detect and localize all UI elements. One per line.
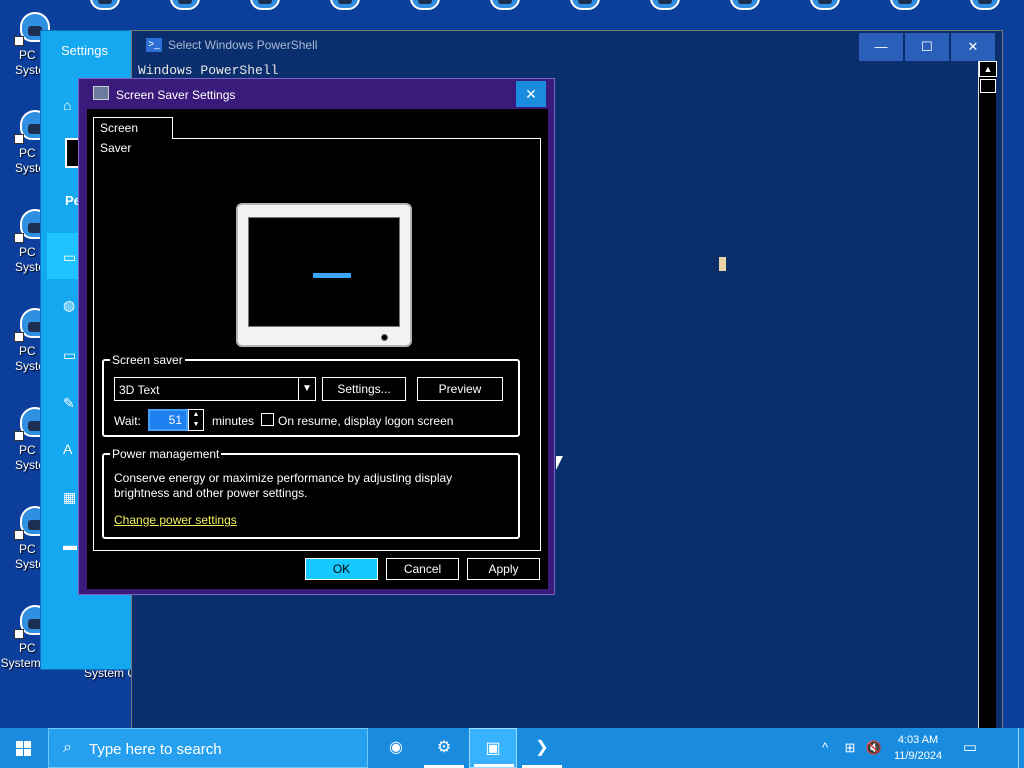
start-icon[interactable]: ▦ (63, 489, 79, 505)
taskbar-app-pc-brother[interactable]: ◉ (372, 728, 420, 768)
taskbar-icon[interactable]: ▬ (63, 537, 79, 553)
ok-button[interactable]: OK (305, 558, 378, 580)
home-icon[interactable]: ⌂ (63, 97, 79, 113)
volume-muted-icon[interactable]: 🔇 (862, 728, 886, 768)
taskbar-clock[interactable]: 4:03 AM 11/9/2024 (890, 732, 946, 764)
pc-brother-icon (650, 0, 680, 10)
settings-button[interactable]: Settings... (322, 377, 406, 401)
screen-saver-group-label: Screen saver (112, 353, 183, 367)
screen-saver-select-value: 3D Text (119, 383, 160, 397)
mouse-pointer-icon (556, 456, 563, 470)
taskbar-app-settings[interactable]: ⚙ (420, 728, 468, 768)
pc-brother-icon (970, 0, 1000, 10)
monitor-power-button-icon (381, 334, 388, 341)
windows-logo-icon (16, 741, 32, 757)
settings-title: Settings (61, 43, 108, 58)
shortcut-arrow-icon (14, 431, 24, 441)
clock-date: 11/9/2024 (893, 750, 943, 762)
pc-brother-icon (730, 0, 760, 10)
chevron-down-icon[interactable]: ▼ (298, 378, 315, 400)
tab-screen-saver[interactable]: Screen Saver (93, 117, 173, 155)
pc-brother-icon: ◉ (389, 739, 403, 756)
network-icon[interactable]: ⊞ (838, 728, 862, 768)
maximize-button[interactable]: ☐ (905, 33, 949, 61)
taskbar-app-powershell[interactable]: ❯ (518, 728, 566, 768)
dialog-body: Screen Saver Screen saver 3D Text ▼ Sett… (87, 109, 548, 589)
cancel-button[interactable]: Cancel (386, 558, 459, 580)
change-power-settings-link[interactable]: Change power settings (114, 513, 237, 527)
dialog-close-button[interactable]: ✕ (516, 81, 546, 107)
powershell-title: Select Windows PowerShell (168, 38, 318, 52)
powershell-titlebar[interactable]: >_ Select Windows PowerShell — ☐ ✕ (132, 31, 1002, 61)
lockscreen-icon[interactable]: ▭ (63, 347, 79, 363)
shortcut-arrow-icon (14, 233, 24, 243)
power-management-group-label: Power management (112, 447, 220, 461)
pc-brother-icon (810, 0, 840, 10)
preview-screen (248, 217, 400, 327)
pc-brother-icon (410, 0, 440, 10)
shortcut-arrow-icon (14, 332, 24, 342)
picture-icon: ▭ (63, 249, 77, 265)
power-management-group: Power management Conserve energy or maxi… (102, 447, 520, 539)
stepper-down-icon[interactable]: ▼ (189, 420, 203, 430)
screen-saver-select[interactable]: 3D Text ▼ (114, 377, 316, 401)
apply-button[interactable]: Apply (467, 558, 540, 580)
brush-icon[interactable]: ✎ (63, 395, 79, 411)
pc-brother-icon (490, 0, 520, 10)
settings-gear-icon: ⚙ (436, 739, 452, 756)
show-hidden-icons-button[interactable]: ^ (814, 728, 836, 768)
console-scrollbar[interactable]: ▲ (978, 61, 997, 729)
scroll-up-arrow-icon[interactable]: ▲ (979, 61, 997, 77)
shortcut-arrow-icon (14, 530, 24, 540)
display-settings-icon (93, 86, 109, 100)
power-management-description: Conserve energy or maximize performance … (114, 471, 453, 500)
text-cursor (719, 257, 726, 271)
wait-minutes-input[interactable]: 51 (148, 409, 188, 431)
3d-text-preview (313, 273, 351, 278)
pc-brother-icon (330, 0, 360, 10)
pc-brother-icon (90, 0, 120, 10)
wait-minutes-stepper[interactable]: ▲ ▼ (188, 409, 204, 431)
palette-icon[interactable]: ◍ (63, 297, 79, 313)
screen-saver-dialog[interactable]: Screen Saver Settings ✕ Screen Saver Scr… (78, 78, 555, 595)
shortcut-arrow-icon (14, 36, 24, 46)
shortcut-arrow-icon (14, 629, 24, 639)
pc-brother-icon (250, 0, 280, 10)
taskbar: ⌕ Type here to search ◉ ⚙ ▣ ❯ ^ ⊞ 🔇 4:03… (0, 728, 1024, 768)
close-button[interactable]: ✕ (951, 33, 995, 61)
start-button[interactable] (0, 728, 48, 768)
minutes-label: minutes (212, 414, 255, 428)
dialog-titlebar[interactable]: Screen Saver Settings ✕ (79, 79, 554, 109)
notification-center-icon[interactable]: ▭ (952, 728, 988, 768)
pc-brother-icon (890, 0, 920, 10)
fonts-icon[interactable]: A (63, 441, 79, 457)
search-placeholder: Type here to search (89, 741, 222, 758)
clock-time: 4:03 AM (897, 734, 939, 746)
minimize-button[interactable]: — (859, 33, 903, 61)
show-desktop-button[interactable] (1018, 728, 1024, 768)
display-settings-icon: ▣ (485, 740, 501, 757)
tab-panel: Screen saver 3D Text ▼ Settings... Previ… (93, 138, 541, 551)
shortcut-arrow-icon (14, 134, 24, 144)
powershell-icon: ❯ (535, 739, 549, 756)
dialog-title: Screen Saver Settings (116, 88, 236, 102)
pc-brother-icon (170, 0, 200, 10)
resume-logon-checkbox[interactable] (261, 413, 274, 426)
taskbar-search[interactable]: ⌕ Type here to search (48, 728, 368, 768)
screen-saver-group: Screen saver 3D Text ▼ Settings... Previ… (102, 353, 520, 437)
search-icon: ⌕ (63, 739, 72, 756)
preview-button[interactable]: Preview (417, 377, 503, 401)
console-output[interactable]: Windows PowerShell (138, 63, 278, 78)
resume-logon-label[interactable]: On resume, display logon screen (278, 414, 453, 428)
pc-brother-icon (570, 0, 600, 10)
preview-monitor (236, 203, 412, 347)
wait-minutes-value: 51 (168, 413, 182, 427)
scroll-thumb[interactable] (980, 79, 996, 93)
powershell-icon: >_ (146, 38, 162, 52)
running-indicator (474, 764, 514, 767)
wait-label: Wait: (114, 414, 141, 428)
taskbar-app-display-settings[interactable]: ▣ (469, 728, 517, 768)
stepper-up-icon[interactable]: ▲ (189, 410, 203, 420)
